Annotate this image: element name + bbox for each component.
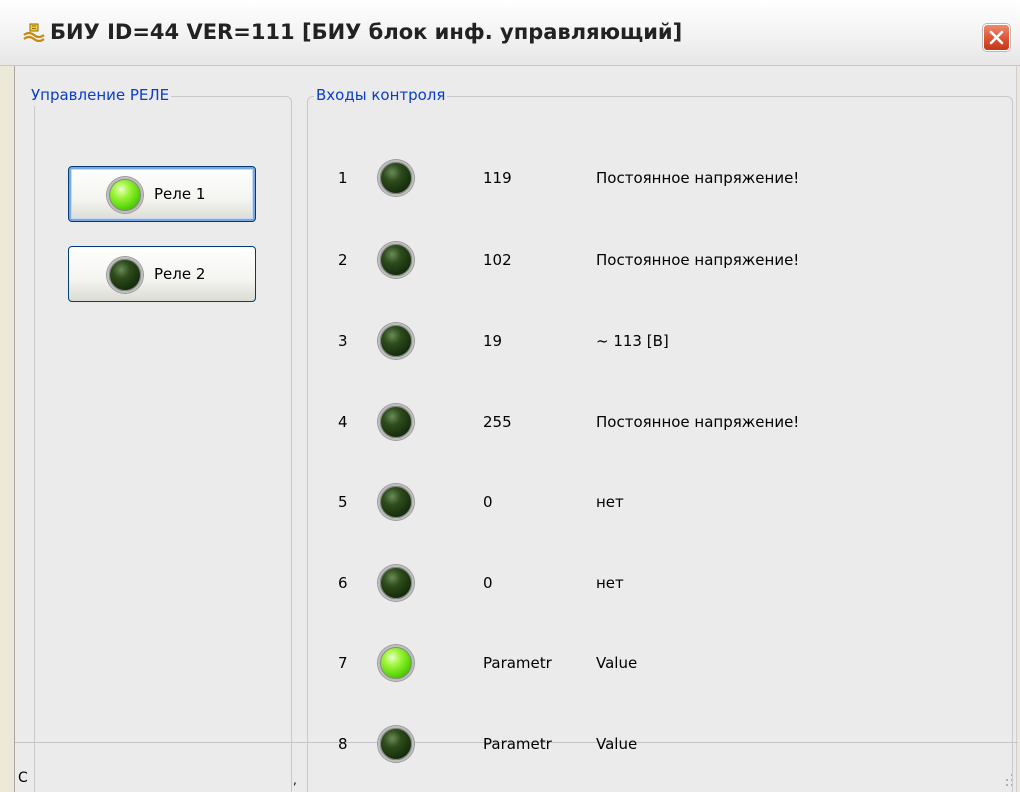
input-8-indicator-icon: [378, 726, 414, 762]
input-number: 3: [338, 332, 348, 350]
input-row-1: 1 119 Постоянное напряжение!: [308, 158, 1014, 198]
close-button[interactable]: [983, 24, 1010, 51]
input-parameter: Parametr: [483, 654, 552, 672]
control-inputs-group: Входы контроля 1 119 Постоянное напряжен…: [307, 84, 1014, 792]
input-row-2: 2 102 Постоянное напряжение!: [308, 240, 1014, 280]
input-4-indicator-icon: [378, 404, 414, 440]
input-5-indicator-icon: [378, 484, 414, 520]
input-value: нет: [596, 493, 624, 511]
input-value: нет: [596, 574, 624, 592]
input-value: Постоянное напряжение!: [596, 251, 800, 269]
relay-2-indicator-icon: [107, 257, 143, 293]
app-window: БИУ ID=44 VER=111 [БИУ блок инф. управля…: [0, 0, 1020, 792]
input-2-indicator-icon: [378, 242, 414, 278]
input-value: ~ 113 [В]: [596, 332, 669, 350]
input-parameter: 119: [483, 169, 512, 187]
input-row-7: 7 Parametr Value: [308, 643, 1014, 683]
app-icon: [23, 23, 45, 42]
input-row-8: 8 Parametr Value: [308, 724, 1014, 764]
input-7-indicator-icon: [378, 645, 414, 681]
input-row-6: 6 0 нет: [308, 563, 1014, 603]
input-number: 7: [338, 654, 348, 672]
status-text-left: С: [18, 770, 28, 786]
input-3-indicator-icon: [378, 323, 414, 359]
input-parameter: 0: [483, 574, 493, 592]
input-value: Value: [596, 735, 638, 753]
input-row-3: 3 19 ~ 113 [В]: [308, 321, 1014, 361]
input-row-4: 4 255 Постоянное напряжение!: [308, 402, 1014, 442]
input-value: Value: [596, 654, 638, 672]
input-1-indicator-icon: [378, 160, 414, 196]
status-text-mid: ,: [293, 773, 297, 787]
title-bar[interactable]: БИУ ID=44 VER=111 [БИУ блок инф. управля…: [0, 0, 1020, 66]
input-number: 2: [338, 251, 348, 269]
input-number: 8: [338, 735, 348, 753]
input-parameter: 255: [483, 413, 512, 431]
relay-2-label: Реле 2: [154, 265, 206, 283]
relay-1-indicator-icon: [107, 177, 143, 213]
input-value: Постоянное напряжение!: [596, 169, 800, 187]
input-parameter: Parametr: [483, 735, 552, 753]
window-title: БИУ ID=44 VER=111 [БИУ блок инф. управля…: [50, 20, 683, 44]
relay-control-group: Управление РЕЛЕ Реле 1 Реле 2: [29, 84, 292, 792]
input-number: 6: [338, 574, 348, 592]
close-icon: [989, 30, 1004, 45]
input-number: 5: [338, 493, 348, 511]
input-parameter: 19: [483, 332, 503, 350]
relay-control-legend: Управление РЕЛЕ: [29, 84, 172, 106]
client-area: С , Управление РЕЛЕ Реле 1 Реле 2 Входы …: [14, 66, 1018, 792]
input-row-5: 5 0 нет: [308, 482, 1014, 522]
input-6-indicator-icon: [378, 565, 414, 601]
input-number: 4: [338, 413, 348, 431]
input-number: 1: [338, 169, 348, 187]
input-parameter: 102: [483, 251, 512, 269]
relay-1-button[interactable]: Реле 1: [68, 166, 256, 222]
control-inputs-legend: Входы контроля: [314, 84, 448, 106]
input-parameter: 0: [483, 493, 493, 511]
relay-1-label: Реле 1: [154, 185, 206, 203]
input-value: Постоянное напряжение!: [596, 413, 800, 431]
relay-2-button[interactable]: Реле 2: [68, 246, 256, 302]
